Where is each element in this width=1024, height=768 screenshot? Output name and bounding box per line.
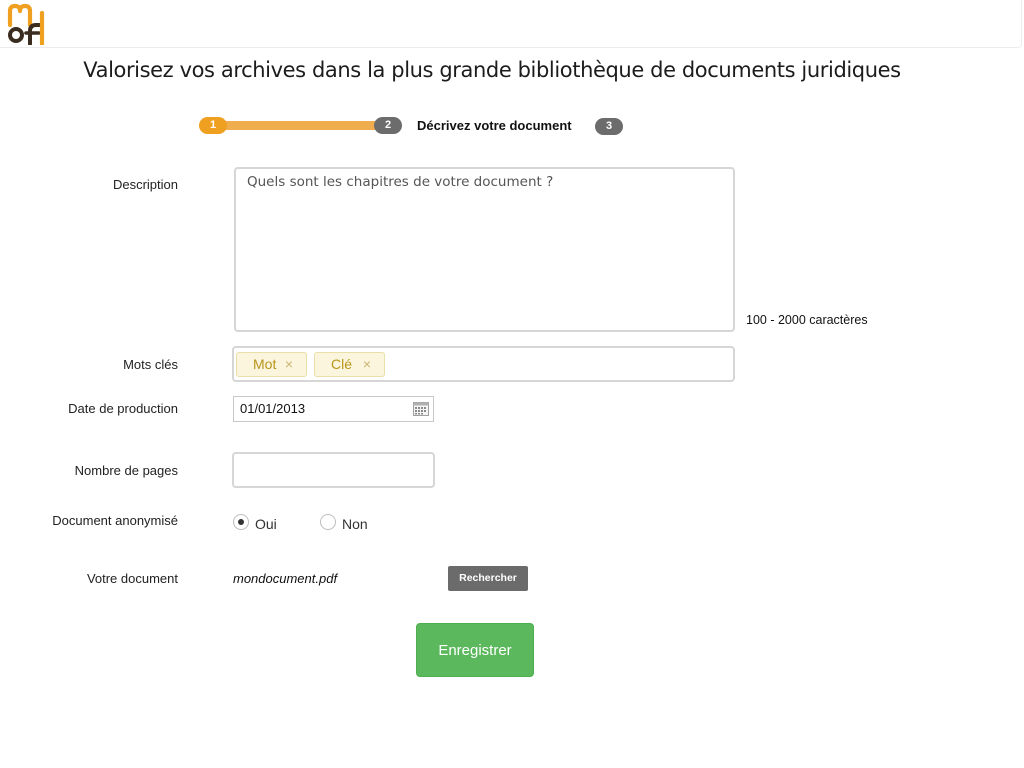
description-placeholder: Quels sont les chapitres de votre docume… <box>247 174 554 190</box>
radio-selected-dot <box>238 519 244 525</box>
close-icon[interactable]: × <box>285 353 293 376</box>
radio-non[interactable] <box>320 514 336 530</box>
mof-logo[interactable] <box>6 3 46 45</box>
page-count-input[interactable] <box>232 452 435 488</box>
radio-oui-label[interactable]: Oui <box>255 516 277 532</box>
keyword-tag: Clé × <box>314 352 385 377</box>
keyword-tag-text: Mot <box>253 356 277 372</box>
radio-non-label[interactable]: Non <box>342 516 368 532</box>
production-date-label: Date de production <box>68 401 178 416</box>
radio-oui[interactable] <box>233 514 249 530</box>
step-2-badge[interactable]: 2 <box>374 117 402 134</box>
page-title: Valorisez vos archives dans la plus gran… <box>83 58 901 82</box>
step-2-label: Décrivez votre document <box>417 118 572 133</box>
page-count-label: Nombre de pages <box>74 463 178 478</box>
calendar-icon[interactable] <box>413 402 429 416</box>
step-progress-bar <box>222 121 382 130</box>
keyword-tag: Mot × <box>236 352 307 377</box>
description-textarea[interactable]: Quels sont les chapitres de votre docume… <box>234 167 735 332</box>
description-length-hint: 100 - 2000 caractères <box>746 313 868 327</box>
close-icon[interactable]: × <box>363 353 371 376</box>
step-3-badge[interactable]: 3 <box>595 118 623 135</box>
top-bar <box>0 0 1022 48</box>
production-date-field[interactable]: 01/01/2013 <box>233 396 434 422</box>
anonymized-label: Document anonymisé <box>52 513 178 528</box>
step-1-badge[interactable]: 1 <box>199 117 227 134</box>
keyword-tag-text: Clé <box>331 356 353 372</box>
keywords-input[interactable]: Mot × Clé × <box>232 346 735 382</box>
production-date-value: 01/01/2013 <box>240 401 306 416</box>
document-label: Votre document <box>86 571 178 586</box>
save-button[interactable]: Enregistrer <box>416 623 534 677</box>
document-file-name: mondocument.pdf <box>233 571 338 586</box>
browse-button[interactable]: Rechercher <box>448 566 528 591</box>
keywords-label: Mots clés <box>123 357 178 372</box>
description-label: Description <box>112 177 178 192</box>
